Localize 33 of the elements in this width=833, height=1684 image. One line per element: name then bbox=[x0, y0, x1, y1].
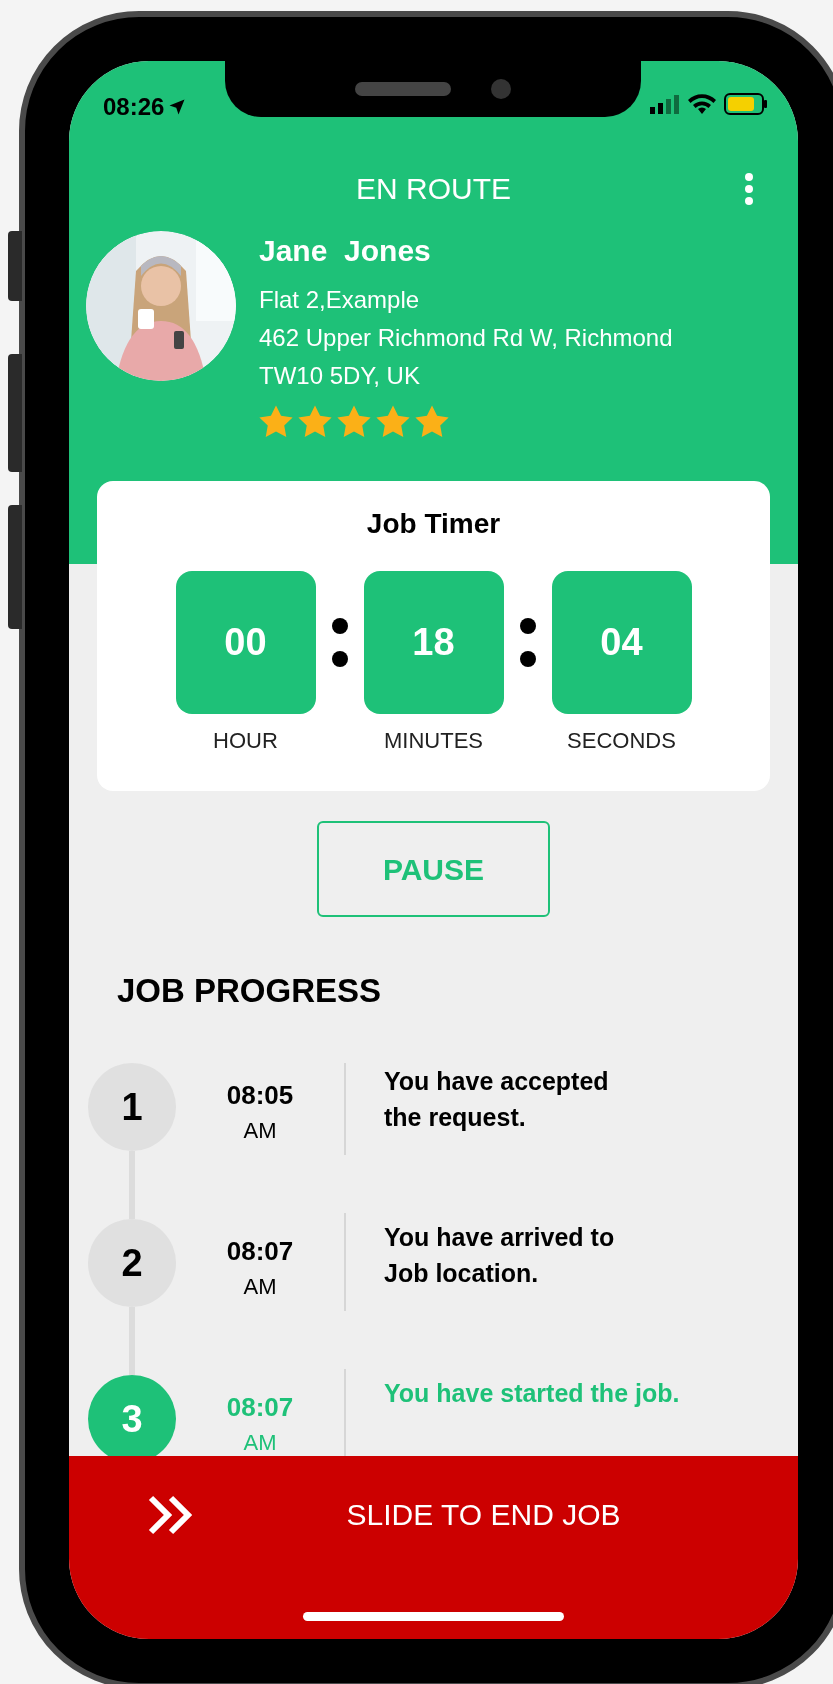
step-period: AM bbox=[243, 1429, 277, 1456]
step-period: AM bbox=[243, 1273, 277, 1301]
battery-icon bbox=[724, 93, 768, 115]
customer-name: Jane Jones bbox=[259, 233, 432, 269]
double-chevron-icon bbox=[147, 1494, 195, 1536]
slide-label: SLIDE TO END JOB bbox=[346, 1497, 621, 1533]
more-menu-icon[interactable] bbox=[744, 173, 754, 205]
time-unit-label: SECONDS bbox=[567, 728, 676, 754]
speaker-icon bbox=[355, 82, 451, 96]
time-unit-label: MINUTES bbox=[384, 728, 483, 754]
step-time: 08:05 bbox=[226, 1079, 294, 1111]
section-heading: JOB PROGRESS bbox=[117, 971, 383, 1011]
step-description: You have accepted the request. bbox=[384, 1066, 609, 1133]
step-description: You have started the job. bbox=[384, 1378, 680, 1409]
step-description: You have arrived to Job location. bbox=[384, 1222, 615, 1289]
slide-bar[interactable]: SLIDE TO END JOB bbox=[69, 1456, 798, 1639]
timer-title: Job Timer bbox=[366, 507, 501, 541]
time-digit-box: 18 bbox=[363, 571, 504, 714]
address-line: TW10 5DY, UK bbox=[259, 361, 421, 391]
time-unit-label: HOUR bbox=[213, 728, 278, 754]
time-digit-box: 04 bbox=[551, 571, 692, 714]
status-time: 08:26 bbox=[103, 92, 165, 122]
address-line: 462 Upper Richmond Rd W, Richmond bbox=[259, 323, 673, 353]
camera-icon bbox=[491, 79, 511, 99]
step-period: AM bbox=[243, 1117, 277, 1145]
address-line: Flat 2,Example bbox=[259, 285, 421, 315]
step-time: 08:07 bbox=[226, 1391, 294, 1423]
step-time: 08:07 bbox=[226, 1235, 294, 1267]
screen-title: EN ROUTE bbox=[356, 170, 511, 207]
time-digit-box: 00 bbox=[175, 571, 316, 714]
signal-icon bbox=[650, 94, 680, 114]
location-arrow-icon bbox=[168, 98, 187, 116]
wifi-icon bbox=[688, 94, 716, 114]
